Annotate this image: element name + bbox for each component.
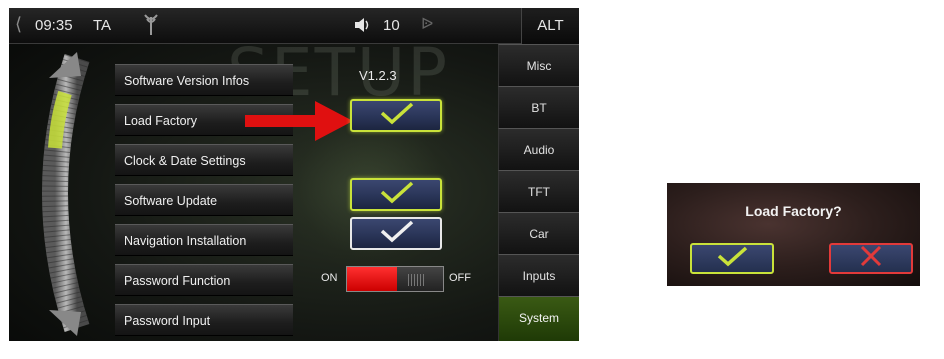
red-arrow-annotation	[245, 101, 353, 141]
traffic-announcement-indicator: TA	[93, 17, 112, 34]
back-arrow-icon[interactable]: ⟨	[15, 14, 22, 35]
clock-time: 09:35	[35, 17, 73, 34]
dialog-title: Load Factory?	[745, 203, 842, 219]
tab-audio[interactable]: Audio	[498, 128, 579, 170]
tab-misc[interactable]: Misc	[498, 44, 579, 86]
checkmark-icon	[376, 180, 416, 209]
tab-car[interactable]: Car	[498, 212, 579, 254]
head-unit-screen: ⟨ 09:35 TA 10 ᐉ ALT SETUP Software Versi…	[9, 8, 579, 341]
volume-arc-slider[interactable]	[19, 48, 109, 338]
volume-level: 10	[383, 17, 400, 34]
tab-bt[interactable]: BT	[498, 86, 579, 128]
toggle-grip-icon	[408, 274, 425, 286]
cross-icon	[856, 244, 886, 273]
alt-button[interactable]: ALT	[521, 8, 579, 44]
menu-item-password-function[interactable]: Password Function	[115, 264, 293, 296]
menu-item-password-input[interactable]: Password Input	[115, 304, 293, 336]
menu-item-navigation-installation[interactable]: Navigation Installation	[115, 224, 293, 256]
software-update-confirm-button[interactable]	[350, 178, 442, 211]
dialog-cancel-button[interactable]	[829, 243, 913, 274]
load-factory-confirm-button[interactable]	[350, 99, 442, 132]
load-factory-dialog: Load Factory?	[667, 183, 920, 286]
software-version-value: V1.2.3	[359, 68, 397, 83]
antenna-icon	[141, 13, 161, 41]
tab-system[interactable]: System	[498, 296, 579, 341]
dialog-confirm-button[interactable]	[690, 243, 774, 274]
menu-item-clock-date[interactable]: Clock & Date Settings	[115, 144, 293, 176]
checkmark-icon	[714, 245, 750, 272]
password-function-toggle[interactable]	[346, 266, 444, 292]
menu-item-software-version[interactable]: Software Version Infos	[115, 64, 293, 96]
toggle-on-fill	[347, 267, 397, 291]
checkmark-icon	[376, 101, 416, 130]
tab-tft[interactable]: TFT	[498, 170, 579, 212]
menu-item-software-update[interactable]: Software Update	[115, 184, 293, 216]
tab-inputs[interactable]: Inputs	[498, 254, 579, 296]
toggle-on-label: ON	[321, 272, 338, 284]
checkmark-icon	[376, 219, 416, 248]
bluetooth-icon: ᐉ	[421, 16, 434, 33]
toggle-off-label: OFF	[449, 272, 471, 284]
navigation-installation-confirm-button[interactable]	[350, 217, 442, 250]
